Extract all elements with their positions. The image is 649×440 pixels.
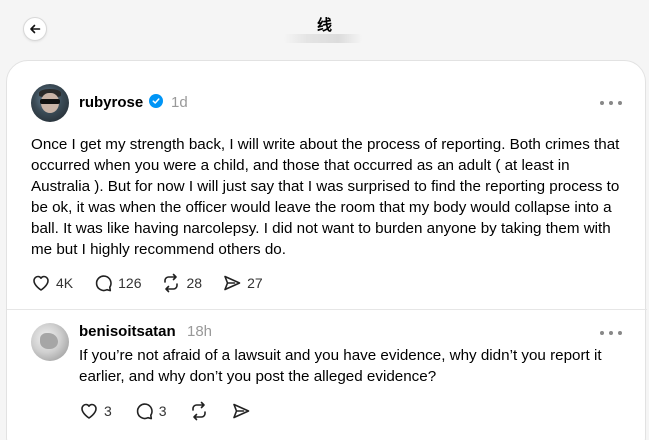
comment-count: 126 bbox=[118, 275, 142, 291]
send-icon bbox=[224, 275, 241, 291]
more-horizontal-icon bbox=[600, 331, 604, 335]
reply-more-options-button[interactable] bbox=[600, 328, 622, 338]
comment-bubble-icon bbox=[136, 403, 153, 420]
heart-icon bbox=[33, 275, 49, 291]
avatar[interactable] bbox=[31, 84, 69, 122]
thread-card: rubyrose 1d Once I get my strength back,… bbox=[6, 60, 647, 440]
like-count: 4K bbox=[56, 275, 74, 291]
post-text: Once I get my strength back, I will writ… bbox=[31, 136, 620, 258]
post-actions: 4K 126 28 27 bbox=[31, 273, 283, 293]
heart-icon bbox=[81, 403, 97, 419]
reply-actions: 3 3 bbox=[79, 401, 273, 421]
repost-icon bbox=[191, 401, 206, 421]
share-count: 27 bbox=[247, 275, 263, 291]
post-timestamp[interactable]: 1d bbox=[171, 94, 188, 111]
reply-username[interactable]: benisoitsatan bbox=[79, 323, 176, 340]
repost-button[interactable]: 28 bbox=[161, 273, 202, 293]
more-options-button[interactable] bbox=[600, 98, 622, 108]
reply-text: If you’re not afraid of a lawsuit and yo… bbox=[79, 347, 602, 385]
verified-badge-icon bbox=[149, 94, 163, 108]
top-bar: 线 bbox=[0, 0, 649, 58]
reply-comment-button[interactable]: 3 bbox=[134, 401, 167, 421]
post-username[interactable]: rubyrose bbox=[79, 94, 143, 111]
page-title: 线 bbox=[316, 17, 332, 34]
reply-repost-button[interactable] bbox=[189, 401, 209, 421]
blurred-subtitle bbox=[284, 34, 362, 43]
reply-comment-count: 3 bbox=[158, 403, 167, 419]
reply-like-button[interactable]: 3 bbox=[79, 401, 112, 421]
reply-timestamp[interactable]: 18h bbox=[187, 323, 212, 340]
comment-button[interactable]: 126 bbox=[93, 273, 141, 293]
divider bbox=[7, 309, 647, 310]
repost-icon bbox=[164, 273, 179, 293]
send-icon bbox=[232, 403, 249, 419]
share-button[interactable]: 27 bbox=[222, 273, 263, 293]
more-horizontal-icon bbox=[600, 101, 604, 105]
avatar[interactable] bbox=[31, 323, 69, 361]
reply-like-count: 3 bbox=[104, 403, 112, 419]
reply-share-button[interactable] bbox=[231, 401, 251, 421]
repost-count: 28 bbox=[186, 275, 203, 291]
like-button[interactable]: 4K bbox=[31, 273, 73, 293]
comment-bubble-icon bbox=[95, 275, 112, 292]
